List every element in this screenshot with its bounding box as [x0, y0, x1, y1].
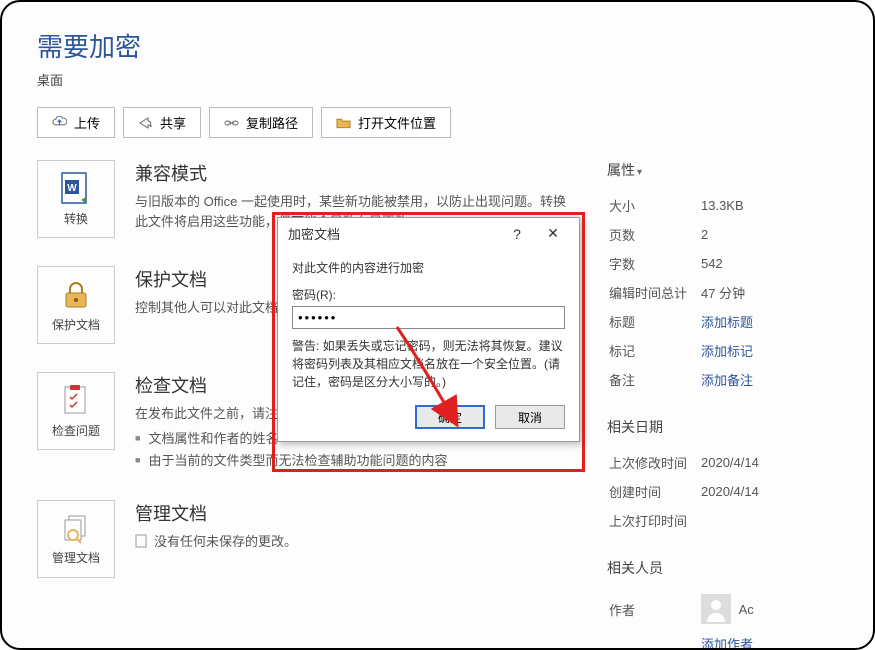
ok-button[interactable]: 确定 [415, 405, 485, 429]
author-name: Ac [739, 602, 754, 617]
avatar [701, 594, 731, 624]
prop-label: 字数 [609, 250, 699, 277]
add-tag-link[interactable]: 添加标记 [701, 337, 825, 364]
prop-value: 47 分钟 [701, 279, 825, 306]
page-subtitle: 桌面 [37, 70, 843, 89]
convert-tile[interactable]: W 转换 [37, 160, 115, 238]
checklist-icon [59, 384, 93, 418]
documents-icon [59, 511, 93, 545]
prop-value: 13.3KB [701, 192, 825, 219]
close-button[interactable]: ✕ [535, 225, 571, 242]
encrypt-dialog: 加密文档 ? ✕ 对此文件的内容进行加密 密码(R): 警告: 如果丢失或忘记密… [277, 217, 580, 442]
prop-label: 标题 [609, 308, 699, 335]
prop-label: 页数 [609, 221, 699, 248]
manage-tile[interactable]: 管理文档 [37, 500, 115, 578]
lock-icon [59, 278, 93, 312]
related-dates-header: 相关日期 [607, 417, 827, 437]
help-button[interactable]: ? [499, 226, 535, 242]
prop-value: 542 [701, 250, 825, 277]
folder-open-icon [336, 116, 351, 130]
password-label: 密码(R): [292, 286, 565, 303]
copy-path-button[interactable]: 复制路径 [209, 107, 313, 138]
svg-text:W: W [67, 183, 77, 194]
add-title-link[interactable]: 添加标题 [701, 308, 825, 335]
prop-label: 编辑时间总计 [609, 279, 699, 306]
prop-label: 上次修改时间 [609, 449, 699, 476]
prop-label: 作者 [609, 590, 699, 628]
prop-label: 备注 [609, 366, 699, 393]
protect-tile[interactable]: 保护文档 [37, 266, 115, 344]
dialog-title: 加密文档 [288, 224, 340, 243]
open-location-button[interactable]: 打开文件位置 [321, 107, 451, 138]
prop-label: 大小 [609, 192, 699, 219]
compat-title: 兼容模式 [135, 160, 577, 186]
cancel-button[interactable]: 取消 [495, 405, 565, 429]
add-note-link[interactable]: 添加备注 [701, 366, 825, 393]
toolbar: 上传 共享 复制路径 打开文件位置 [37, 107, 843, 138]
share-icon [138, 116, 153, 130]
upload-button[interactable]: 上传 [37, 107, 115, 138]
related-people-header: 相关人员 [607, 558, 827, 578]
add-author-link[interactable]: 添加作者 [701, 630, 825, 650]
dialog-warning: 警告: 如果丢失或忘记密码，则无法将其恢复。建议将密码列表及其相应文档名放在一个… [292, 337, 565, 391]
inspect-item: 由于当前的文件类型而无法检查辅助功能问题的内容 [135, 450, 577, 472]
prop-label: 标记 [609, 337, 699, 364]
properties-header[interactable]: 属性 [607, 160, 827, 180]
prop-label: 创建时间 [609, 478, 699, 505]
password-input[interactable] [292, 306, 565, 329]
page-title: 需要加密 [37, 27, 843, 64]
prop-value: 2020/4/14 [701, 449, 825, 476]
word-doc-icon: W [59, 172, 93, 206]
cloud-upload-icon [52, 116, 67, 130]
share-button[interactable]: 共享 [123, 107, 201, 138]
prop-value: 2 [701, 221, 825, 248]
prop-label: 上次打印时间 [609, 507, 699, 534]
manage-title: 管理文档 [135, 500, 577, 526]
manage-body: 没有任何未保存的更改。 [135, 532, 577, 552]
inspect-tile[interactable]: 检查问题 [37, 372, 115, 450]
prop-value: 2020/4/14 [701, 478, 825, 505]
dialog-heading: 对此文件的内容进行加密 [292, 259, 565, 276]
link-icon [224, 116, 239, 130]
